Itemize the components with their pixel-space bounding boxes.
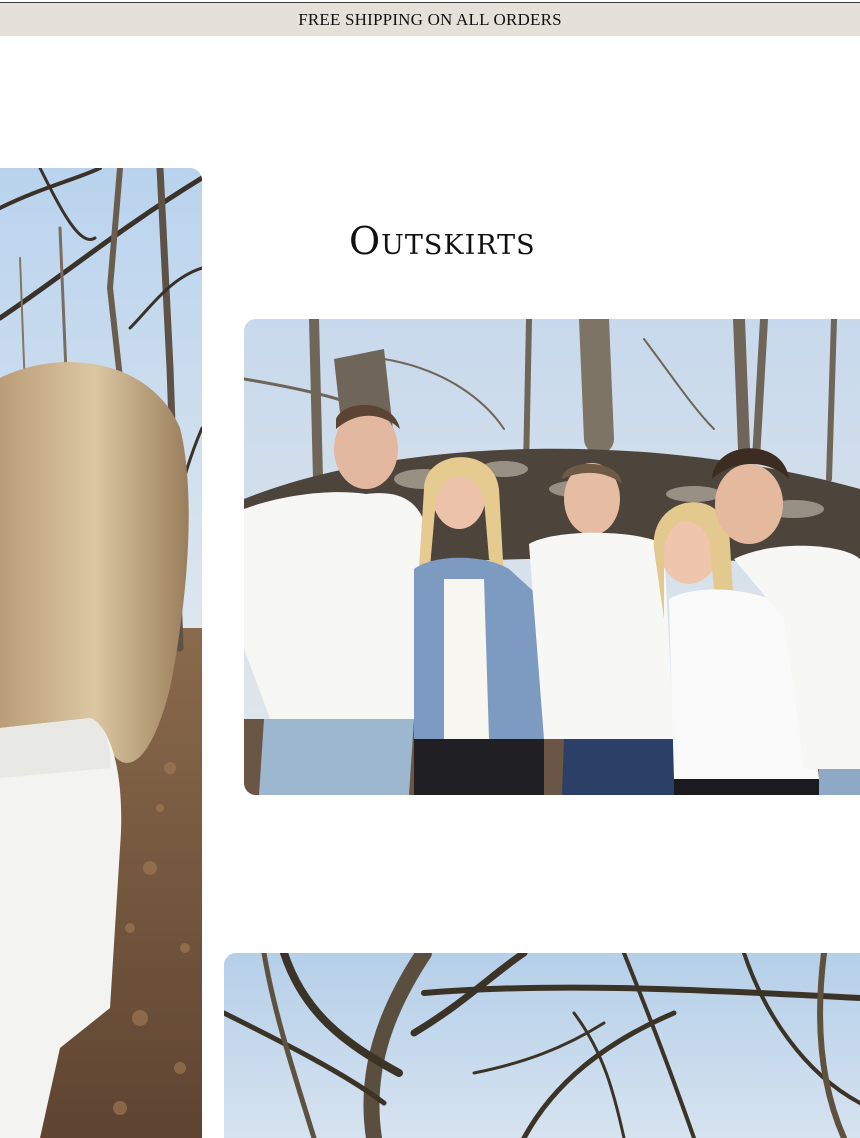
section-title: Outskirts <box>349 219 536 263</box>
photo-group-friends <box>244 319 860 795</box>
announcement-text: FREE SHIPPING ON ALL ORDERS <box>298 9 562 29</box>
announcement-bar: FREE SHIPPING ON ALL ORDERS <box>0 2 860 36</box>
photo-tree-canopy <box>224 953 860 1138</box>
photo-woman-forest <box>0 168 202 1138</box>
page: FREE SHIPPING ON ALL ORDERS Outskirts <box>0 0 860 1138</box>
